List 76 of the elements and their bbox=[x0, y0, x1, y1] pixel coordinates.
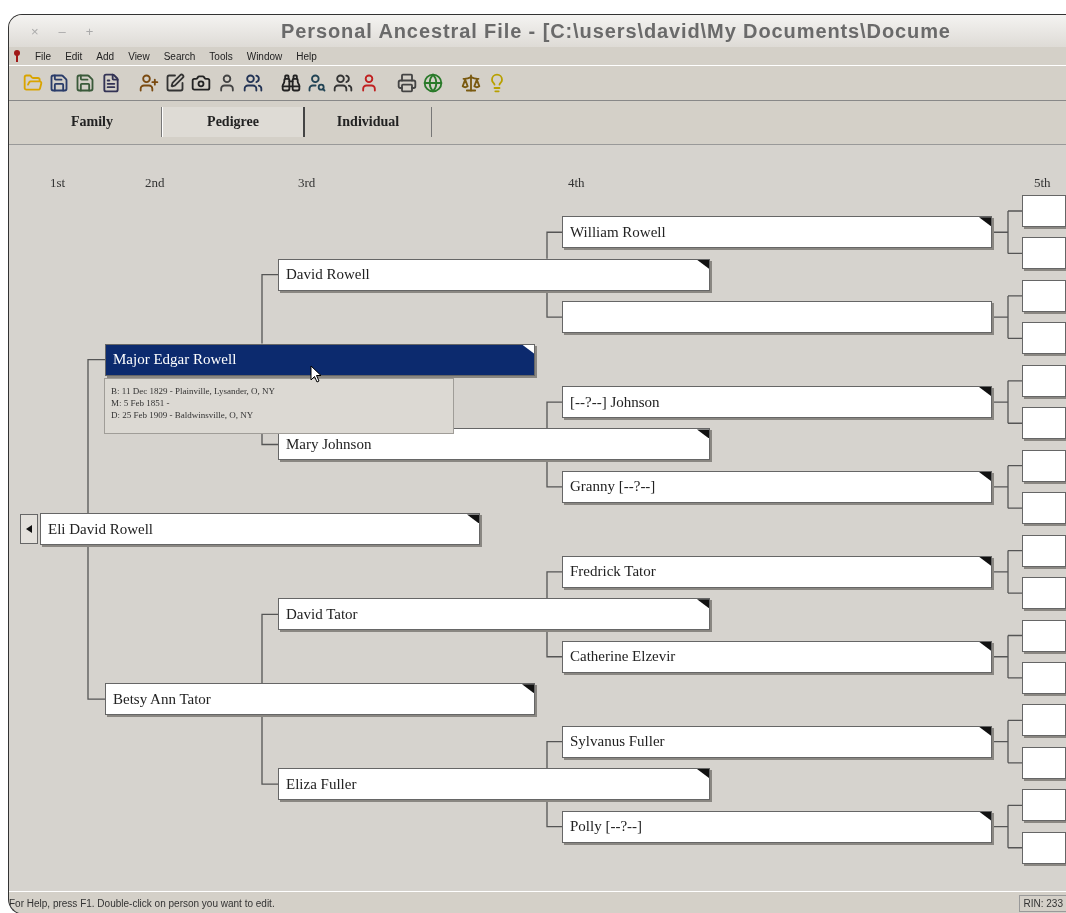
globe-icon[interactable] bbox=[423, 73, 443, 93]
binoculars-icon[interactable] bbox=[281, 73, 301, 93]
tab[interactable]: Pedigree bbox=[162, 107, 305, 137]
menu-item[interactable]: Search bbox=[163, 50, 196, 62]
person-box[interactable]: Mary Johnson bbox=[278, 428, 710, 461]
generation-label: 3rd bbox=[298, 175, 316, 191]
tooltip-line: D: 25 Feb 1909 - Baldwinsville, O, NY bbox=[111, 409, 255, 421]
person-box[interactable]: David Rowell bbox=[278, 258, 710, 291]
connector-line bbox=[991, 465, 1023, 509]
menu-item[interactable]: File bbox=[35, 50, 52, 62]
person-box[interactable]: Betsy Ann Tator bbox=[105, 683, 535, 716]
person-box[interactable]: William Rowell bbox=[562, 216, 992, 249]
person-box[interactable] bbox=[1022, 449, 1066, 482]
person-box[interactable] bbox=[1022, 237, 1066, 270]
connector-line bbox=[991, 804, 1023, 849]
person-box[interactable] bbox=[1022, 279, 1066, 312]
connector-line bbox=[991, 634, 1023, 679]
person-box[interactable]: Eli David Rowell bbox=[40, 513, 480, 546]
person-box[interactable]: [--?--] Johnson bbox=[562, 386, 992, 418]
menu-item[interactable]: Help bbox=[296, 50, 317, 62]
camera-icon[interactable] bbox=[191, 73, 211, 93]
person-box[interactable] bbox=[1022, 831, 1066, 864]
person-box[interactable] bbox=[1022, 492, 1066, 525]
status-message: For Help, press F1. Double-click on person you want to edit. bbox=[9, 897, 275, 909]
person-icon[interactable] bbox=[307, 73, 327, 93]
people-icon[interactable] bbox=[333, 73, 353, 93]
document-icon[interactable] bbox=[101, 73, 121, 93]
record-number: RIN: 233 bbox=[1018, 894, 1066, 912]
left-triangle-icon bbox=[26, 525, 32, 533]
connector-line bbox=[991, 549, 1023, 594]
person-box[interactable] bbox=[1022, 407, 1066, 440]
menu-item[interactable]: Tools bbox=[209, 50, 233, 62]
people-icon[interactable] bbox=[243, 73, 263, 93]
menu-item[interactable]: Edit bbox=[65, 50, 83, 62]
window-title: Personal Ancestral File - [C:\users\david\My Documents\Docume bbox=[281, 19, 951, 43]
person-box[interactable] bbox=[1022, 577, 1066, 610]
person-box[interactable]: Major Edgar Rowell bbox=[105, 343, 535, 376]
menu-item[interactable]: View bbox=[128, 50, 150, 62]
person-box[interactable]: Fredrick Tator bbox=[562, 555, 992, 588]
menu-item[interactable]: Add bbox=[96, 50, 115, 62]
person-box[interactable] bbox=[1022, 661, 1066, 694]
person-box[interactable] bbox=[562, 301, 992, 334]
person-box[interactable] bbox=[1022, 704, 1066, 737]
person-icon[interactable] bbox=[139, 73, 159, 93]
person-box[interactable]: Catherine Elzevir bbox=[562, 640, 992, 673]
tooltip-line: M: 5 Feb 1851 - bbox=[111, 397, 171, 409]
generation-label: 5th bbox=[1034, 175, 1051, 191]
person-icon[interactable] bbox=[217, 73, 237, 93]
menu-item[interactable]: Window bbox=[246, 50, 283, 62]
person-box[interactable]: Polly [--?--] bbox=[562, 810, 992, 843]
person-box[interactable]: Eliza Fuller bbox=[278, 768, 710, 801]
cursor-icon bbox=[310, 365, 322, 383]
person-box[interactable] bbox=[1022, 789, 1066, 822]
scale-icon[interactable] bbox=[461, 73, 481, 93]
tooltip-line: B: 11 Dec 1829 - Plainville, Lysander, O, NY bbox=[111, 385, 277, 397]
app-icon[interactable] bbox=[13, 50, 21, 62]
person-box[interactable] bbox=[1022, 619, 1066, 652]
person-box[interactable] bbox=[1022, 746, 1066, 779]
person-box[interactable] bbox=[1022, 322, 1066, 355]
printer-icon[interactable] bbox=[397, 73, 417, 93]
person-box[interactable] bbox=[1022, 364, 1066, 397]
connector-line bbox=[991, 719, 1023, 764]
connector-line bbox=[991, 210, 1023, 255]
person-box[interactable] bbox=[1022, 534, 1066, 567]
person-icon[interactable] bbox=[359, 73, 379, 93]
generation-label: 4th bbox=[568, 175, 585, 191]
person-box[interactable]: David Tator bbox=[278, 598, 710, 631]
generation-label: 2nd bbox=[145, 175, 165, 191]
person-box[interactable]: Sylvanus Fuller bbox=[562, 725, 992, 758]
edit-icon[interactable] bbox=[165, 73, 185, 93]
person-box[interactable]: Granny [--?--] bbox=[562, 470, 992, 503]
person-box[interactable] bbox=[1022, 195, 1066, 227]
generation-label: 1st bbox=[50, 175, 66, 191]
connector-line bbox=[991, 295, 1023, 339]
previous-button[interactable] bbox=[20, 514, 38, 544]
connector-line bbox=[991, 380, 1023, 424]
